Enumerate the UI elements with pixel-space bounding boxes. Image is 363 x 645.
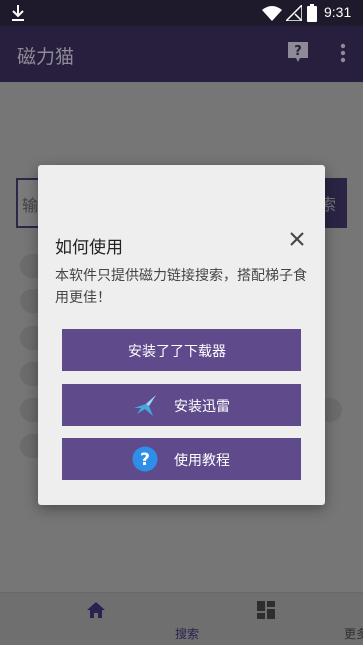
how-to-use-dialog: 如何使用 本软件只提供磁力链接搜索，搭配梯子食用更佳！ 安装了了下载器 安装迅雷… [38,165,325,505]
status-bar: 9:31 [0,0,363,26]
svg-text:?: ? [140,450,150,470]
no-signal-icon [286,5,302,21]
bottom-navigation: 搜索 更多 [0,592,363,645]
search-input-text: 输 [22,196,39,215]
wifi-icon [262,6,282,21]
overflow-menu-icon[interactable] [340,43,346,63]
nav-item-search[interactable]: 搜索 [6,593,199,645]
nav-more-label: 更多 [343,627,363,641]
xunlei-bird-icon [134,395,156,416]
question-mark-icon: ? [132,446,158,472]
nav-item-more[interactable]: 更多 [175,593,363,645]
install-xunlei-button[interactable]: 安装迅雷 [62,384,301,426]
battery-icon [307,4,317,22]
clock: 9:31 [324,4,352,20]
grid-icon [257,601,275,619]
app-title: 磁力猫 [17,46,75,68]
install-downloader-label: 安装了了下载器 [128,344,226,360]
dialog-message: 本软件只提供磁力链接搜索，搭配梯子食用更佳！ [55,268,307,306]
svg-text:?: ? [294,44,302,59]
dialog-title: 如何使用 [55,238,123,258]
app-bar: 磁力猫 ? [0,26,363,82]
close-icon[interactable] [289,231,305,247]
install-xunlei-label: 安装迅雷 [174,399,230,415]
tutorial-label: 使用教程 [174,453,230,469]
tutorial-button[interactable]: ? 使用教程 [62,438,301,480]
install-downloader-button[interactable]: 安装了了下载器 [62,329,301,371]
home-icon [87,602,105,618]
help-icon[interactable]: ? [287,41,309,63]
download-icon [12,5,24,21]
